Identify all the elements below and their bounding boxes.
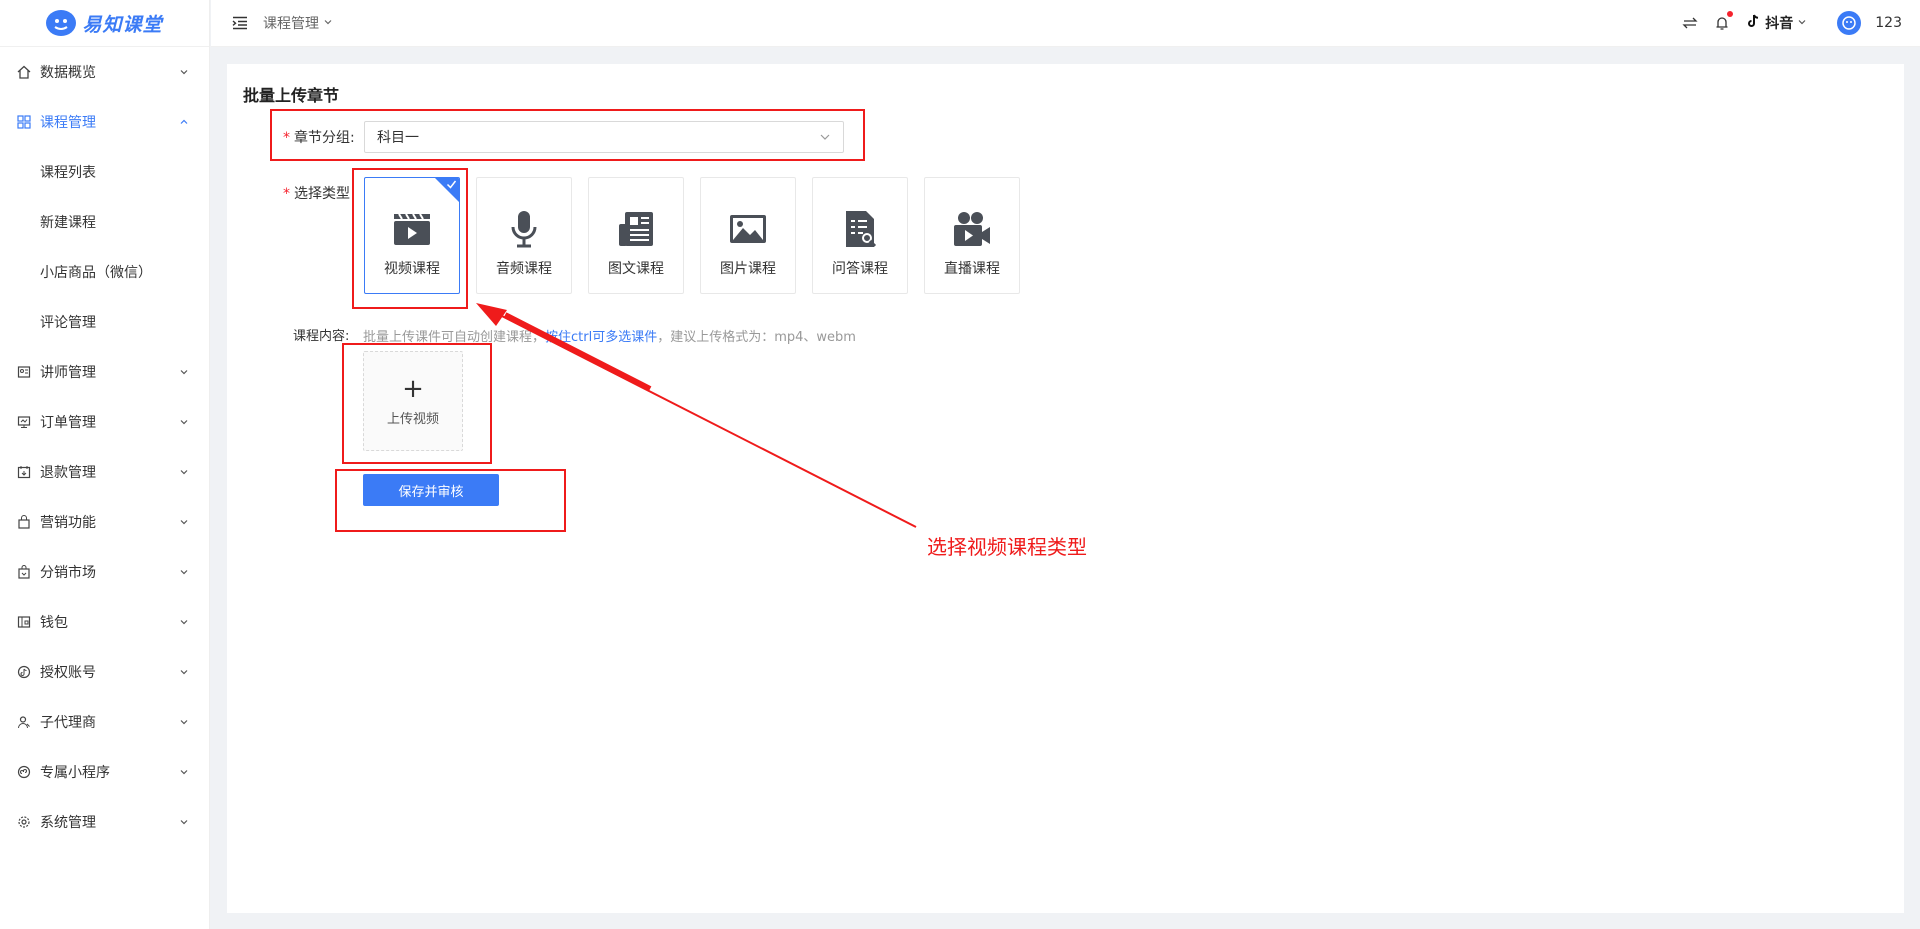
annotation-text: 选择视频课程类型 <box>927 535 1087 559</box>
brand-name: 易知课堂 <box>82 13 163 36</box>
sidebar-item-mini-program[interactable]: 专属小程序 <box>0 747 209 797</box>
sidebar-subitem-new-course[interactable]: 新建课程 <box>0 197 209 247</box>
type-card-label: 图片课程 <box>720 261 776 277</box>
avatar[interactable] <box>1837 11 1862 35</box>
miniprogram-icon <box>16 764 32 780</box>
tiktok-logo-icon <box>1745 13 1761 33</box>
bell-icon[interactable] <box>1713 11 1734 32</box>
platform-switcher[interactable]: 抖音 <box>1745 13 1807 33</box>
sidebar-item-label: 专属小程序 <box>40 765 110 781</box>
chevron-down-icon <box>179 467 189 477</box>
breadcrumb[interactable]: 课程管理 <box>263 13 333 33</box>
tiktok-icon <box>16 664 32 680</box>
sidebar-item-label: 订单管理 <box>40 415 96 431</box>
sidebar-item-authorized-accounts[interactable]: 授权账号 <box>0 647 209 697</box>
type-label-text: 选择类型 <box>294 186 350 202</box>
hint-suffix: ，建议上传格式为：mp4、webm <box>657 330 856 345</box>
bag-icon <box>16 514 32 530</box>
chevron-down-icon <box>1797 15 1807 31</box>
chevron-up-icon <box>179 117 189 127</box>
chevron-down-icon <box>179 567 189 577</box>
chevron-down-icon <box>323 15 333 31</box>
sidebar-item-orders[interactable]: 订单管理 <box>0 397 209 447</box>
sidebar-item-label: 数据概览 <box>40 65 96 81</box>
annotation-box-group <box>270 109 865 161</box>
annotation-box-upload <box>342 343 492 464</box>
type-card-label: 图文课程 <box>608 261 664 277</box>
switch-icon[interactable] <box>1681 14 1699 32</box>
sidebar-item-sub-agents[interactable]: 子代理商 <box>0 697 209 747</box>
type-card-live[interactable]: 直播课程 <box>924 177 1020 294</box>
annotation-box-type <box>352 168 468 309</box>
chevron-down-icon <box>179 367 189 377</box>
sidebar-subitem-shop-goods[interactable]: 小店商品（微信） <box>0 247 209 297</box>
gear-icon <box>16 814 32 830</box>
sidebar-nav: 数据概览 课程管理 课程列表 新建课程 小店商品（微信） 评论管理 讲师管理 订… <box>0 47 209 847</box>
sidebar-item-label: 讲师管理 <box>40 365 96 381</box>
chevron-down-icon <box>179 767 189 777</box>
sidebar-item-label: 分销市场 <box>40 565 96 581</box>
type-card-label: 音频课程 <box>496 261 552 277</box>
sidebar-item-label: 系统管理 <box>40 815 96 831</box>
sidebar-item-wallet[interactable]: 钱包 <box>0 597 209 647</box>
menu-fold-icon[interactable] <box>231 14 249 32</box>
sidebar-item-label: 课程管理 <box>40 115 96 131</box>
sidebar-item-overview[interactable]: 数据概览 <box>0 47 209 97</box>
chevron-down-icon <box>179 717 189 727</box>
sidebar-item-label: 营销功能 <box>40 515 96 531</box>
type-card-image[interactable]: 图片课程 <box>700 177 796 294</box>
agent-icon <box>16 714 32 730</box>
required-asterisk: * <box>283 186 290 202</box>
sidebar: 易知课堂 数据概览 课程管理 课程列表 新建课程 小店商品（微信） 评论管理 讲… <box>0 0 210 929</box>
microphone-icon <box>503 208 545 250</box>
live-camera-icon <box>951 208 993 250</box>
image-icon <box>727 208 769 250</box>
top-header: 课程管理 抖音 123 <box>211 0 1920 47</box>
home-icon <box>16 64 32 80</box>
type-card-audio[interactable]: 音频课程 <box>476 177 572 294</box>
teacher-icon <box>16 364 32 380</box>
content-label: 课程内容: <box>293 329 350 344</box>
annotation-box-save <box>335 469 566 532</box>
type-card-label: 问答课程 <box>832 261 888 277</box>
logo[interactable]: 易知课堂 <box>0 0 209 47</box>
grid-icon <box>16 114 32 130</box>
page-title: 批量上传章节 <box>243 86 340 105</box>
platform-name: 抖音 <box>1765 16 1794 32</box>
sidebar-item-refunds[interactable]: 退款管理 <box>0 447 209 497</box>
sidebar-subitem-comments[interactable]: 评论管理 <box>0 297 209 347</box>
type-label: * 选择类型 <box>283 183 350 203</box>
chevron-down-icon <box>179 417 189 427</box>
sidebar-item-system[interactable]: 系统管理 <box>0 797 209 847</box>
sidebar-item-label: 子代理商 <box>40 715 96 731</box>
header-actions: 抖音 123 <box>1681 11 1910 35</box>
hint-link[interactable]: 按住ctrl可多选课件 <box>545 330 657 345</box>
notification-dot <box>1727 11 1734 17</box>
chevron-down-icon <box>179 817 189 827</box>
chevron-down-icon <box>179 617 189 627</box>
qa-document-icon <box>839 208 881 250</box>
type-card-label: 直播课程 <box>944 261 1000 277</box>
sidebar-item-label: 钱包 <box>40 615 68 631</box>
article-icon <box>615 208 657 250</box>
chevron-down-icon <box>179 67 189 77</box>
type-card-article[interactable]: 图文课程 <box>588 177 684 294</box>
sidebar-item-label: 退款管理 <box>40 465 96 481</box>
wallet-icon <box>16 614 32 630</box>
market-icon <box>16 564 32 580</box>
sidebar-item-course-management[interactable]: 课程管理 <box>0 97 209 147</box>
type-card-qa[interactable]: 问答课程 <box>812 177 908 294</box>
order-icon <box>16 414 32 430</box>
chevron-down-icon <box>179 517 189 527</box>
logo-mark-icon <box>46 10 77 36</box>
chevron-down-icon <box>179 667 189 677</box>
username[interactable]: 123 <box>1875 15 1902 31</box>
sidebar-item-marketing[interactable]: 营销功能 <box>0 497 209 547</box>
sidebar-item-teachers[interactable]: 讲师管理 <box>0 347 209 397</box>
sidebar-item-label: 授权账号 <box>40 665 96 681</box>
breadcrumb-item: 课程管理 <box>263 16 319 32</box>
sidebar-subitem-course-list[interactable]: 课程列表 <box>0 147 209 197</box>
refund-icon <box>16 464 32 480</box>
sidebar-item-distribution[interactable]: 分销市场 <box>0 547 209 597</box>
